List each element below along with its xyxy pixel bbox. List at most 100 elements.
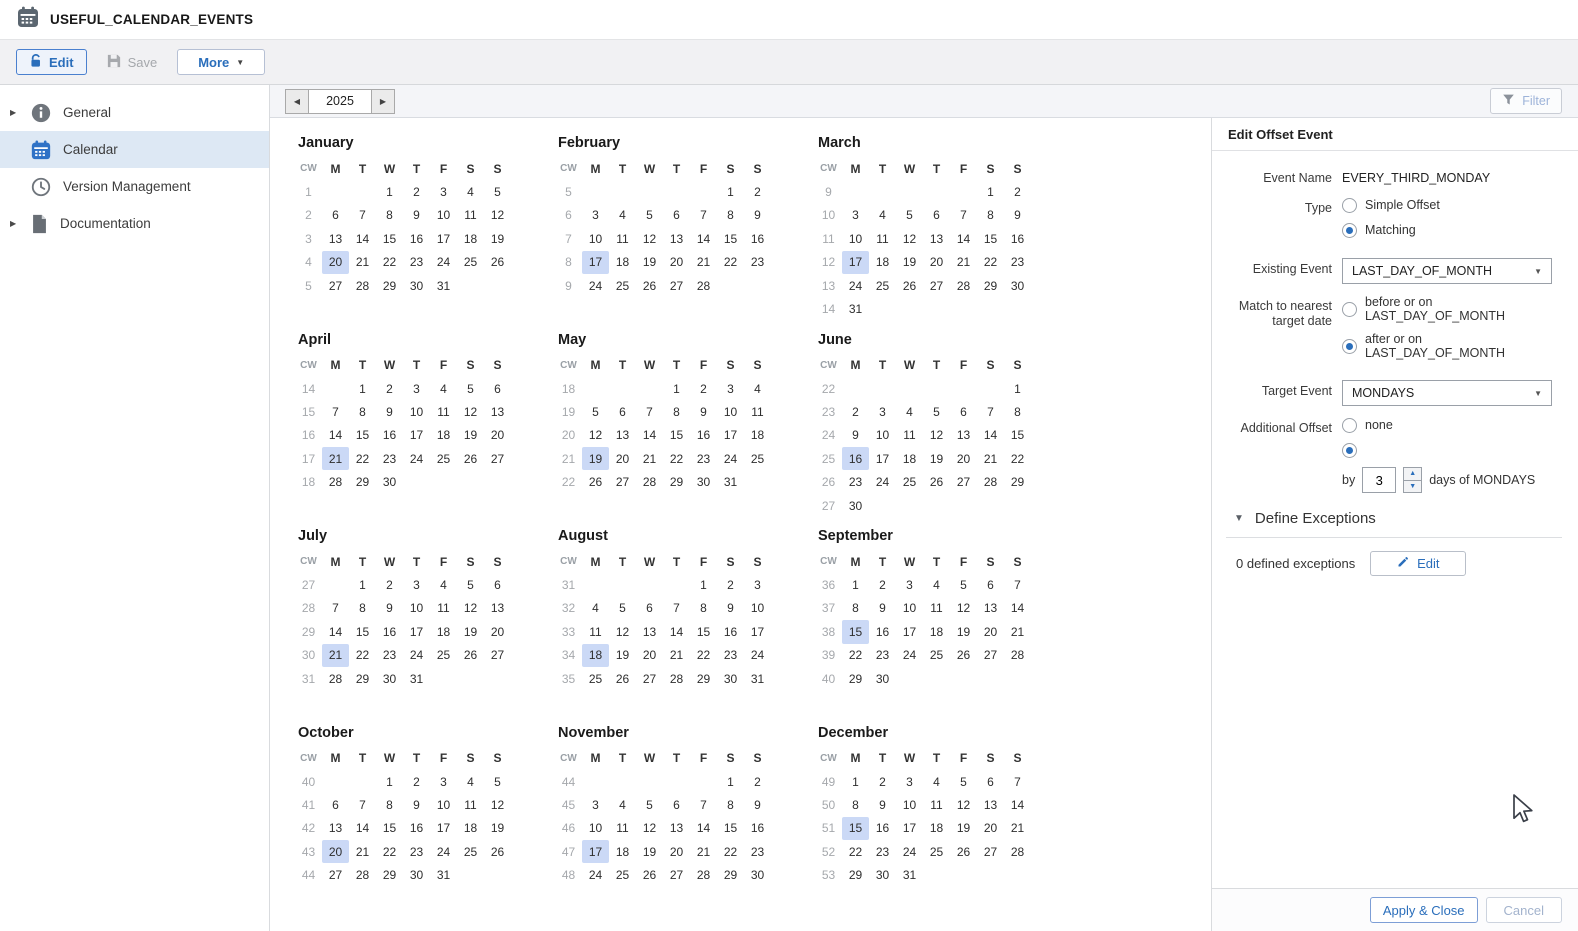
day-cell[interactable]: 16 xyxy=(744,227,771,250)
day-cell-highlighted[interactable]: 15 xyxy=(842,620,869,644)
day-cell[interactable]: 14 xyxy=(950,227,977,250)
day-cell[interactable]: 9 xyxy=(1004,204,1031,227)
day-cell[interactable]: 13 xyxy=(950,424,977,447)
stepper-up-icon[interactable]: ▲ xyxy=(1403,467,1423,480)
day-cell[interactable]: 28 xyxy=(690,863,717,886)
day-cell[interactable]: 5 xyxy=(484,770,511,793)
day-cell[interactable]: 30 xyxy=(869,667,896,690)
day-cell[interactable]: 25 xyxy=(430,447,457,470)
day-cell[interactable]: 29 xyxy=(376,274,403,297)
day-cell[interactable]: 13 xyxy=(636,620,663,643)
day-cell[interactable]: 13 xyxy=(663,817,690,840)
day-cell[interactable]: 17 xyxy=(403,620,430,643)
day-cell[interactable]: 2 xyxy=(842,400,869,423)
day-cell[interactable]: 25 xyxy=(609,274,636,297)
day-cell[interactable]: 22 xyxy=(376,251,403,274)
day-cell[interactable]: 23 xyxy=(1004,251,1031,274)
day-cell[interactable]: 18 xyxy=(430,620,457,643)
day-cell[interactable]: 13 xyxy=(977,597,1004,620)
day-cell[interactable]: 9 xyxy=(717,597,744,620)
day-cell-highlighted[interactable]: 19 xyxy=(582,447,609,471)
day-cell[interactable]: 9 xyxy=(376,400,403,423)
day-cell[interactable]: 10 xyxy=(869,424,896,447)
day-cell[interactable]: 8 xyxy=(1004,400,1031,423)
day-cell[interactable]: 17 xyxy=(403,424,430,447)
day-cell[interactable]: 11 xyxy=(582,620,609,643)
day-cell[interactable]: 18 xyxy=(430,424,457,447)
day-cell[interactable]: 13 xyxy=(609,424,636,447)
day-cell[interactable]: 3 xyxy=(744,573,771,596)
day-cell[interactable]: 22 xyxy=(349,644,376,667)
edit-exceptions-button[interactable]: Edit xyxy=(1370,551,1467,576)
day-cell[interactable]: 23 xyxy=(869,840,896,863)
day-cell[interactable]: 4 xyxy=(457,770,484,793)
day-cell[interactable]: 13 xyxy=(663,227,690,250)
day-cell[interactable]: 11 xyxy=(457,204,484,227)
day-cell[interactable]: 18 xyxy=(457,817,484,840)
day-cell[interactable]: 1 xyxy=(842,770,869,793)
day-cell[interactable]: 6 xyxy=(322,204,349,227)
day-cell-highlighted[interactable]: 20 xyxy=(322,250,349,274)
day-cell[interactable]: 17 xyxy=(430,227,457,250)
day-cell[interactable]: 25 xyxy=(457,251,484,274)
day-cell[interactable]: 26 xyxy=(636,274,663,297)
day-cell[interactable]: 9 xyxy=(869,597,896,620)
day-cell[interactable]: 21 xyxy=(663,644,690,667)
day-cell[interactable]: 24 xyxy=(869,470,896,493)
day-cell[interactable]: 27 xyxy=(977,644,1004,667)
day-cell[interactable]: 2 xyxy=(1004,180,1031,203)
day-cell[interactable]: 26 xyxy=(950,840,977,863)
day-cell[interactable]: 3 xyxy=(842,204,869,227)
day-cell[interactable]: 2 xyxy=(376,573,403,596)
day-cell[interactable]: 13 xyxy=(977,793,1004,816)
day-cell[interactable]: 7 xyxy=(349,793,376,816)
stepper-down-icon[interactable]: ▼ xyxy=(1403,479,1423,493)
day-cell[interactable]: 12 xyxy=(484,793,511,816)
day-cell[interactable]: 23 xyxy=(744,840,771,863)
day-cell[interactable]: 5 xyxy=(950,770,977,793)
day-cell[interactable]: 14 xyxy=(349,817,376,840)
previous-year-button[interactable]: ◀ xyxy=(285,88,308,114)
day-cell[interactable]: 16 xyxy=(376,620,403,643)
day-cell[interactable]: 21 xyxy=(977,447,1004,470)
day-cell[interactable]: 6 xyxy=(484,377,511,400)
day-cell[interactable]: 12 xyxy=(582,424,609,447)
apply-and-close-button[interactable]: Apply & Close xyxy=(1369,897,1478,923)
day-cell[interactable]: 19 xyxy=(896,251,923,274)
day-cell[interactable]: 30 xyxy=(717,667,744,690)
day-cell[interactable]: 30 xyxy=(744,863,771,886)
day-cell[interactable]: 24 xyxy=(582,274,609,297)
day-cell[interactable]: 13 xyxy=(322,817,349,840)
day-cell[interactable]: 7 xyxy=(636,400,663,423)
day-cell[interactable]: 4 xyxy=(430,377,457,400)
day-cell[interactable]: 7 xyxy=(950,204,977,227)
day-cell[interactable]: 25 xyxy=(582,667,609,690)
day-cell[interactable]: 21 xyxy=(636,447,663,470)
day-cell[interactable]: 6 xyxy=(950,400,977,423)
day-cell[interactable]: 24 xyxy=(403,644,430,667)
cancel-button[interactable]: Cancel xyxy=(1485,897,1562,923)
day-cell-highlighted[interactable]: 17 xyxy=(582,840,609,864)
day-cell[interactable]: 20 xyxy=(609,447,636,470)
day-cell[interactable]: 4 xyxy=(609,793,636,816)
day-cell[interactable]: 24 xyxy=(896,840,923,863)
day-cell[interactable]: 8 xyxy=(349,400,376,423)
sidebar-item-documentation[interactable]: ▶ Documentation xyxy=(0,205,269,242)
day-cell[interactable]: 12 xyxy=(896,227,923,250)
day-cell[interactable]: 24 xyxy=(403,447,430,470)
day-cell[interactable]: 9 xyxy=(744,204,771,227)
day-cell[interactable]: 21 xyxy=(349,840,376,863)
day-cell[interactable]: 10 xyxy=(896,793,923,816)
day-cell[interactable]: 28 xyxy=(690,274,717,297)
day-cell[interactable]: 5 xyxy=(457,377,484,400)
day-cell[interactable]: 23 xyxy=(869,644,896,667)
day-cell[interactable]: 11 xyxy=(744,400,771,423)
day-cell[interactable]: 29 xyxy=(842,667,869,690)
day-cell[interactable]: 27 xyxy=(484,447,511,470)
day-cell[interactable]: 27 xyxy=(663,274,690,297)
day-cell[interactable]: 28 xyxy=(1004,644,1031,667)
day-cell[interactable]: 2 xyxy=(376,377,403,400)
type-simple-offset-radio[interactable] xyxy=(1342,197,1357,213)
day-cell[interactable]: 23 xyxy=(690,447,717,470)
day-cell[interactable]: 10 xyxy=(744,597,771,620)
